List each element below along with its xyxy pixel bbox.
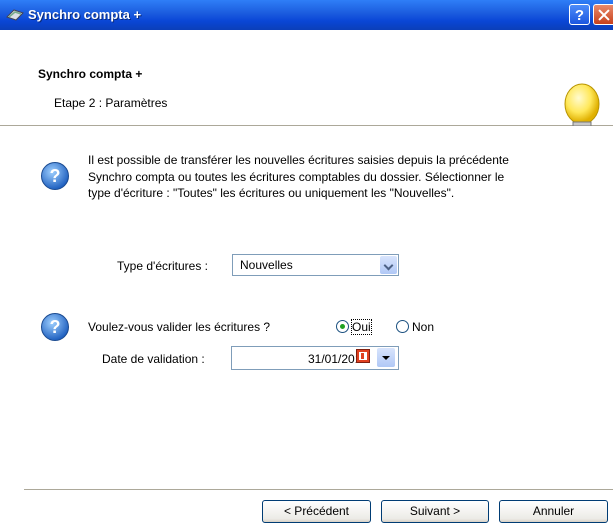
chevron-down-icon[interactable] xyxy=(380,256,397,274)
type-select-value: Nouvelles xyxy=(240,258,293,272)
intro-line: type d'écriture : "Toutes" les écritures… xyxy=(88,186,455,200)
close-button[interactable] xyxy=(593,4,613,25)
date-field[interactable]: 31/01/2010 xyxy=(231,346,399,370)
type-label: Type d'écritures : xyxy=(117,259,208,273)
intro-line: Il est possible de transférer les nouvel… xyxy=(88,153,509,167)
next-label: Suivant > xyxy=(409,504,461,518)
svg-text:?: ? xyxy=(50,317,61,337)
wizard-header: Synchro compta + Etape 2 : Paramètres xyxy=(0,30,613,142)
radio-non-label[interactable]: Non xyxy=(412,320,434,334)
previous-label: < Précédent xyxy=(283,504,350,518)
wizard-step: Etape 2 : Paramètres xyxy=(54,96,168,110)
question-icon: ? xyxy=(41,313,69,341)
next-button[interactable]: Suivant > xyxy=(381,500,489,523)
cancel-button[interactable]: Annuler xyxy=(499,500,608,523)
type-select[interactable]: Nouvelles xyxy=(232,254,399,276)
calendar-icon[interactable] xyxy=(356,349,370,363)
app-icon xyxy=(6,9,24,21)
svg-text:?: ? xyxy=(50,166,61,186)
validate-question: Voulez-vous valider les écritures ? xyxy=(88,320,271,334)
footer-divider xyxy=(24,489,613,493)
radio-non[interactable] xyxy=(396,320,409,333)
cancel-label: Annuler xyxy=(532,504,575,518)
radio-oui-label[interactable]: Oui xyxy=(351,319,372,335)
date-dropdown-button[interactable] xyxy=(377,348,395,367)
question-icon: ? xyxy=(41,162,69,190)
help-button[interactable]: ? xyxy=(569,4,590,25)
radio-oui[interactable] xyxy=(336,320,349,333)
title-bar: Synchro compta + ? xyxy=(0,0,613,30)
window-title: Synchro compta + xyxy=(28,7,142,22)
intro-text: Il est possible de transférer les nouvel… xyxy=(88,152,608,202)
intro-line: Synchro compta ou toutes les écritures c… xyxy=(88,169,505,184)
wizard-title: Synchro compta + xyxy=(38,67,143,81)
date-label: Date de validation : xyxy=(102,352,205,366)
previous-button[interactable]: < Précédent xyxy=(262,500,371,523)
